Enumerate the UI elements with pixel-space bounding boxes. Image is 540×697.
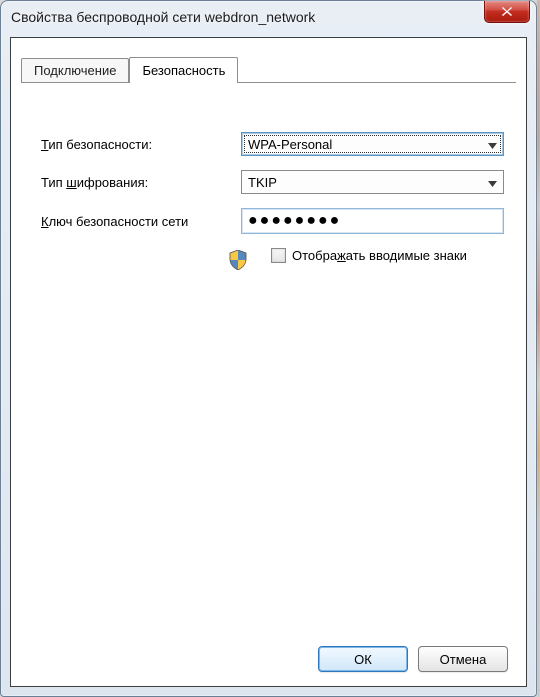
network-key-input[interactable]: ●●●●●●●● bbox=[241, 208, 504, 234]
shield-icon bbox=[229, 250, 247, 273]
close-button[interactable] bbox=[484, 1, 530, 23]
cancel-button-label: Отмена bbox=[440, 652, 487, 667]
tab-strip: Подключение Безопасность bbox=[21, 52, 526, 82]
security-type-value: WPA-Personal bbox=[248, 137, 483, 152]
tab-security[interactable]: Безопасность bbox=[129, 57, 238, 83]
label-security-type: Тип безопасности: bbox=[41, 137, 241, 152]
row-encryption: Тип шифрования: TKIP bbox=[41, 170, 504, 194]
ok-button[interactable]: ОК bbox=[318, 646, 408, 672]
client-area: Подключение Безопасность Тип безопасност… bbox=[10, 37, 527, 687]
row-network-key: Ключ безопасности сети ●●●●●●●● bbox=[41, 208, 504, 234]
ok-button-label: ОК bbox=[354, 652, 372, 667]
button-bar: ОК Отмена bbox=[318, 646, 508, 672]
label-network-key: Ключ безопасности сети bbox=[41, 214, 241, 229]
titlebar: Свойства беспроводной сети webdron_netwo… bbox=[1, 1, 536, 33]
tab-connection-label: Подключение bbox=[34, 63, 116, 78]
label-show-chars: Отображать вводимые знаки bbox=[292, 248, 467, 263]
network-key-value: ●●●●●●●● bbox=[248, 212, 341, 230]
tab-security-label: Безопасность bbox=[142, 63, 225, 78]
close-icon bbox=[501, 6, 513, 17]
encryption-value: TKIP bbox=[248, 175, 483, 190]
chevron-down-icon bbox=[483, 175, 501, 190]
row-security-type: Тип безопасности: WPA-Personal bbox=[41, 132, 504, 156]
chevron-down-icon bbox=[483, 137, 501, 152]
encryption-dropdown[interactable]: TKIP bbox=[241, 170, 504, 194]
show-chars-checkbox[interactable] bbox=[271, 248, 286, 263]
security-type-dropdown[interactable]: WPA-Personal bbox=[241, 132, 504, 156]
cancel-button[interactable]: Отмена bbox=[418, 646, 508, 672]
label-encryption: Тип шифрования: bbox=[41, 175, 241, 190]
window-frame: Свойства беспроводной сети webdron_netwo… bbox=[0, 0, 537, 697]
row-show-chars: Отображать вводимые знаки bbox=[271, 248, 504, 263]
tab-divider bbox=[21, 82, 516, 83]
window-title: Свойства беспроводной сети webdron_netwo… bbox=[11, 9, 484, 25]
security-form: Тип безопасности: WPA-Personal Тип шифро… bbox=[11, 82, 526, 298]
tab-connection[interactable]: Подключение bbox=[21, 58, 129, 83]
